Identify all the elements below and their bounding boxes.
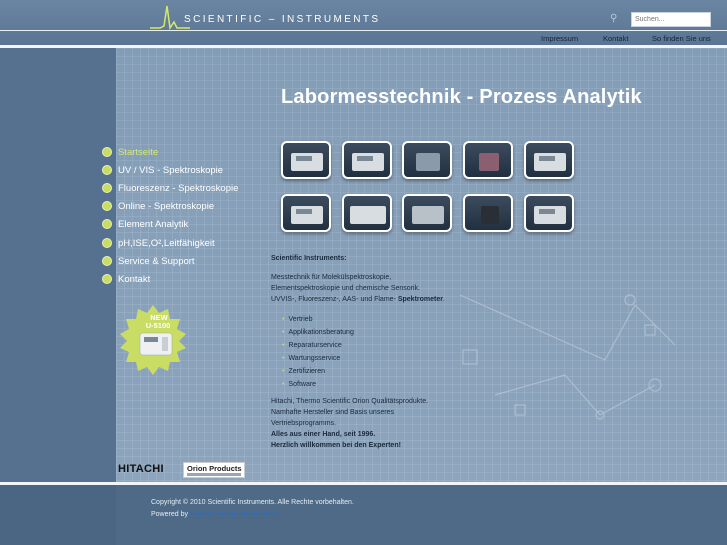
list-item: Wartungsservice [282,352,354,365]
powered-by-link[interactable]: •••••••• [190,511,210,518]
page-title: Labormesstechnik - Prozess Analytik [281,86,642,108]
search-icon[interactable]: ⚲ [610,13,622,25]
nav-item-service[interactable]: Service & Support [102,254,195,268]
intro-text: Messtechnik für Molekülspektroskopie, El… [271,274,445,303]
hitachi-logo[interactable]: HITACHI [118,463,164,475]
top-nav-impressum[interactable]: Impressum [541,34,578,43]
product-thumb-online[interactable] [463,194,513,232]
orion-products-logo[interactable]: Orion Products [183,462,245,478]
bullet-icon [102,219,112,229]
header-line [0,30,727,31]
nav-item-element-analytik[interactable]: Element Analytik [102,217,188,231]
intro-heading: Scientific Instruments: [271,255,347,262]
product-thumb-analyzer[interactable] [524,141,574,179]
powered-by: Powered by •••••••• ••••••••••••••••••••… [151,511,278,518]
nav-item-fluoreszenz[interactable]: Fluoreszenz - Spektroskopie [102,181,238,195]
nav-item-kontakt[interactable]: Kontakt [102,272,150,286]
closing-text: Hitachi, Thermo Scientific Orion Qualitä… [271,398,429,449]
list-item: Zertifizieren [282,365,354,378]
list-item: Applikationsberatung [282,326,353,339]
top-nav-kontakt[interactable]: Kontakt [603,34,628,43]
bullet-icon [102,201,112,211]
header: SCIENTIFIC – INSTRUMENTS ⚲ Impressum Kon… [0,0,727,45]
list-item: Software [282,378,354,391]
product-thumb-aas[interactable] [524,194,574,232]
product-thumb-fluorescence[interactable] [342,194,392,232]
top-nav-directions[interactable]: So finden Sie uns [652,34,711,43]
bullet-icon [102,183,112,193]
product-thumb-meters[interactable] [402,194,452,232]
bullet-icon [102,256,112,266]
bullet-icon [102,238,112,248]
powered-by-link-2[interactable]: ••••••••••••••••••••••••••• [211,511,277,518]
product-thumb-electrodes[interactable] [402,141,452,179]
product-thumb-photometer[interactable] [281,194,331,232]
services-list: Vertrieb Applikationsberatung Reparaturs… [282,313,354,391]
copyright-text: Copyright © 2010 Scientific Instruments.… [151,499,354,506]
nav-item-ph[interactable]: pH,ISE,O²,Leitfähigkeit [102,236,215,250]
bullet-icon [102,274,112,284]
list-item: Vertrieb [282,313,354,326]
logo[interactable]: SCIENTIFIC – INSTRUMENTS [150,2,378,32]
product-thumb-spectrophotometer[interactable] [281,141,331,179]
main-left-strip [0,48,116,482]
bullet-icon [102,147,112,157]
nav-item-startseite[interactable]: Startseite [102,145,158,159]
search-input[interactable] [631,12,711,27]
list-item: Reparaturservice [282,339,354,352]
logo-text: SCIENTIFIC – INSTRUMENTS [184,14,381,25]
product-thumb-uv-vis[interactable] [342,141,392,179]
product-thumb-cuvettes[interactable] [463,141,513,179]
nav-item-uv-vis[interactable]: UV / VIS - Spektroskopie [102,163,223,177]
badge-model-label: U-5100 [145,321,171,330]
footer: Copyright © 2010 Scientific Instruments.… [0,485,727,545]
bullet-icon [102,165,112,175]
optics-diagram-illustration [459,294,676,420]
nav-item-online[interactable]: Online - Spektroskopie [102,199,214,213]
